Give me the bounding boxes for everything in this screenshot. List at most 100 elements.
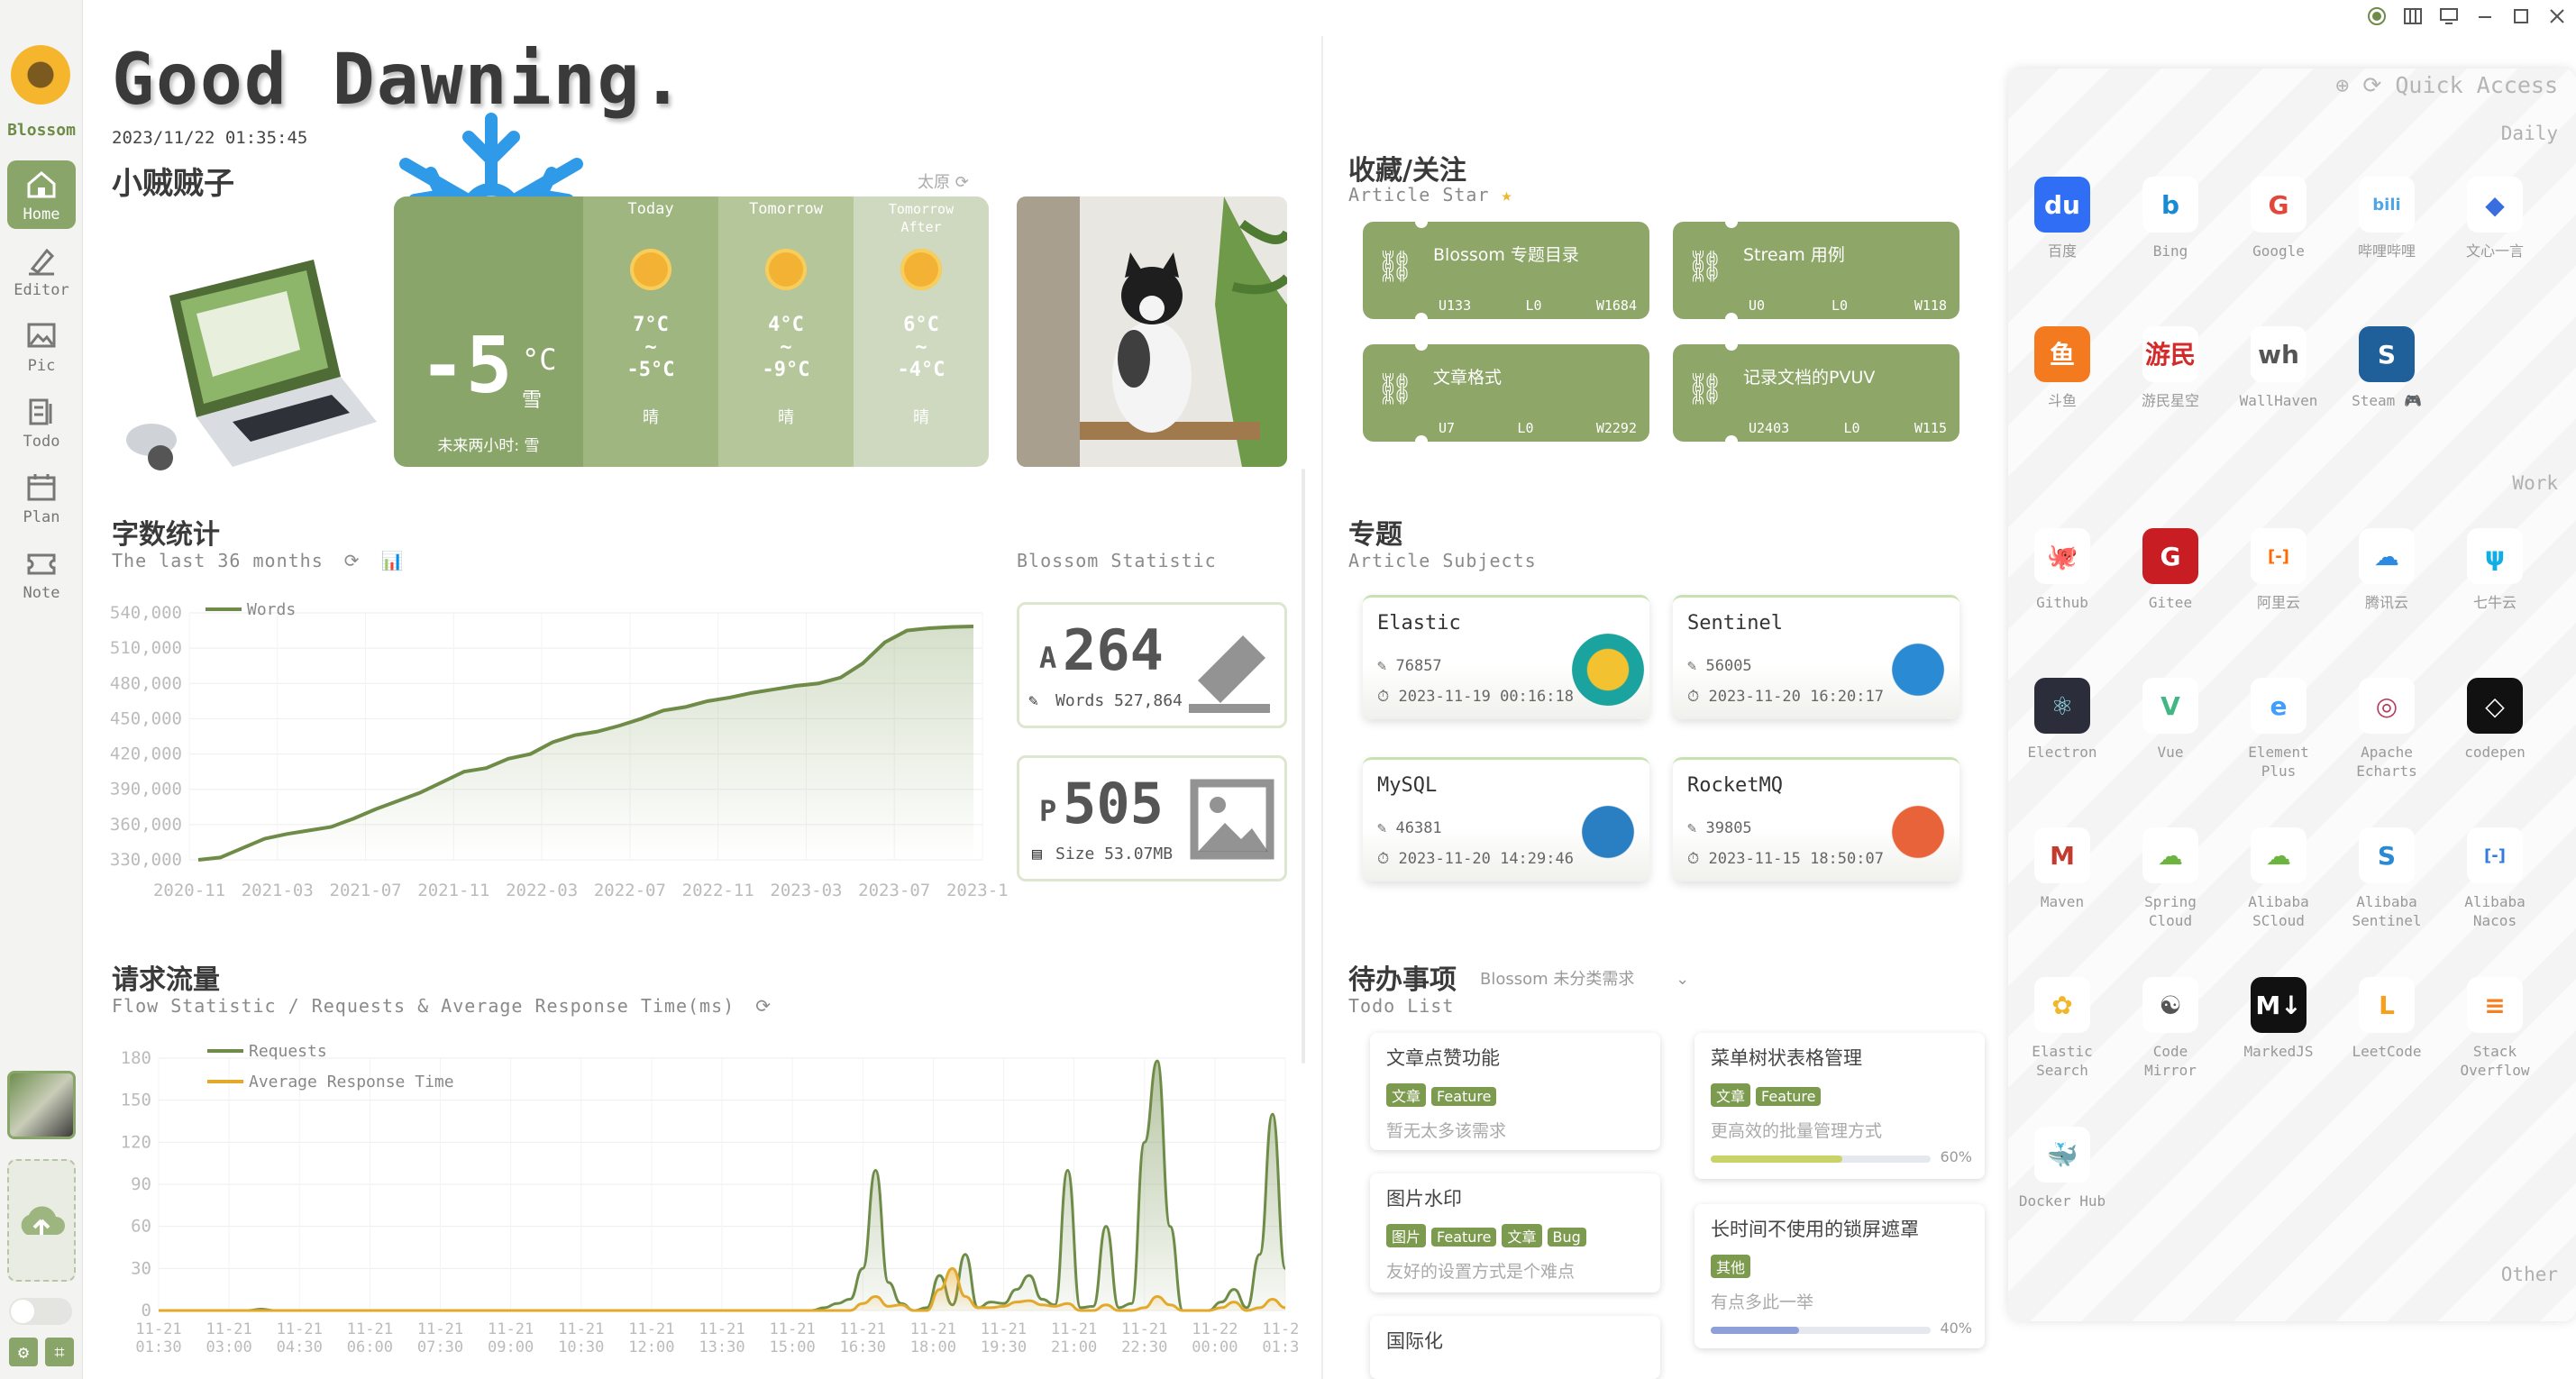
quick-access-item[interactable]: ✿ Elastic Search — [2017, 977, 2107, 1080]
todo-card[interactable]: 长时间不使用的锁屏遮罩 其他 有点多此一举 40% — [1694, 1204, 1985, 1348]
crop-icon[interactable]: ⌗ — [45, 1338, 74, 1366]
bookmark-card[interactable]: ⛓ 记录文档的PVUV U2403 L0 W115 — [1673, 338, 1959, 448]
progress-label: 40% — [1940, 1320, 1972, 1337]
subject-card[interactable]: Sentinel ✎ 56005 ⏱ 2023-11-20 16:20:17 — [1673, 595, 1959, 719]
quick-access-item[interactable]: S Alibaba Sentinel — [2342, 827, 2432, 930]
app-icon: V — [2142, 678, 2198, 734]
x-tick-label: 11-21 21:00 — [1051, 1320, 1097, 1356]
todo-card[interactable]: 文章点赞功能 文章 Feature 暂无太多该需求 — [1370, 1033, 1660, 1150]
refresh-icon[interactable]: ⟳ — [344, 550, 361, 571]
bookmark-card[interactable]: ⛓ Stream 用例 U0 L0 W118 — [1673, 215, 1959, 325]
nav-pic[interactable]: Pic — [7, 312, 76, 380]
day-low: -9°C — [762, 359, 810, 381]
quick-access-item[interactable]: [-] Alibaba Nacos — [2450, 827, 2540, 930]
close-icon[interactable] — [2542, 5, 2572, 36]
quick-access-item[interactable]: M Maven — [2017, 827, 2107, 911]
scrollbar[interactable] — [1302, 469, 1305, 1064]
subject-card[interactable]: MySQL ✎ 46381 ⏱ 2023-11-20 14:29:46 — [1363, 757, 1649, 881]
quick-access-item[interactable]: G Google — [2233, 177, 2324, 260]
calendar-icon — [27, 474, 56, 501]
bookmark-card[interactable]: ⛓ 文章格式 U7 L0 W2292 — [1363, 338, 1649, 448]
upload-button[interactable] — [7, 1159, 76, 1282]
settings-icon[interactable]: ⚙ — [9, 1338, 38, 1366]
quick-access-item[interactable]: [-] 阿里云 — [2233, 528, 2324, 612]
avatar[interactable] — [7, 1071, 76, 1139]
nav-plan[interactable]: Plan — [7, 463, 76, 532]
legend-label: Average Response Time — [249, 1073, 454, 1091]
quick-access-item[interactable]: ☁ Spring Cloud — [2125, 827, 2215, 930]
nav-note[interactable]: Note — [7, 539, 76, 607]
minimize-icon[interactable] — [2470, 5, 2500, 36]
record-icon[interactable] — [2361, 5, 2392, 36]
app-icon: ☁ — [2142, 827, 2198, 883]
quick-access-item[interactable]: bili 哔哩哔哩 — [2342, 177, 2432, 260]
quick-access-item[interactable]: wh WallHaven — [2233, 326, 2324, 410]
subject-icon — [1882, 634, 1954, 706]
quick-access-item[interactable]: ◇ codepen — [2450, 678, 2540, 762]
todo-card[interactable]: 国际化 — [1370, 1316, 1660, 1379]
words-count: Words 527,864 — [1055, 691, 1183, 710]
quick-access-item[interactable]: M↓ MarkedJS — [2233, 977, 2324, 1061]
todo-card[interactable]: 菜单树状表格管理 文章 Feature 更高效的批量管理方式 60% — [1694, 1033, 1985, 1179]
quick-access-item[interactable]: ◆ 文心一言 — [2450, 177, 2540, 260]
theme-toggle[interactable] — [9, 1298, 72, 1325]
quick-access-item[interactable]: ⚛ Electron — [2017, 678, 2107, 762]
nav-label: Editor — [14, 281, 69, 299]
quick-access-item[interactable]: b Bing — [2125, 177, 2215, 260]
weather-unit: °C — [522, 342, 557, 377]
chart-icon[interactable]: 📊 — [381, 550, 405, 571]
subject-card[interactable]: RocketMQ ✎ 39805 ⏱ 2023-11-15 18:50:07 — [1673, 757, 1959, 881]
todo-card[interactable]: 图片水印 图片 Feature 文章 Bug 友好的设置方式是个难点 — [1370, 1174, 1660, 1292]
quick-access-item[interactable]: S Steam 🎮 — [2342, 326, 2432, 410]
quick-access-item[interactable]: G Gitee — [2125, 528, 2215, 612]
quick-access-item[interactable]: ☁ 腾讯云 — [2342, 528, 2432, 612]
subject-card[interactable]: Elastic ✎ 76857 ⏱ 2023-11-19 00:16:18 — [1363, 595, 1649, 719]
day-label: Tomorrow — [749, 200, 823, 218]
nav-label: Pic — [27, 357, 56, 375]
app-icon: 🐳 — [2034, 1127, 2090, 1183]
add-icon[interactable]: ⊕ — [2335, 72, 2349, 98]
ticket-notch — [1725, 338, 1738, 351]
quick-access-item[interactable]: 鱼斗鱼 — [2017, 326, 2107, 410]
todo-tag: 文章 — [1502, 1224, 1542, 1247]
quick-access-item[interactable]: du 百度 — [2017, 177, 2107, 260]
quick-access-item[interactable]: e Element Plus — [2233, 678, 2324, 781]
subject-name: Elastic — [1377, 612, 1461, 635]
quick-access-item[interactable]: V Vue — [2125, 678, 2215, 762]
quick-access-item[interactable]: ☯ Code Mirror — [2125, 977, 2215, 1080]
app-icon: du — [2034, 177, 2090, 233]
nav-editor[interactable]: Editor — [7, 236, 76, 305]
todo-filter[interactable]: Blossom 未分类需求 ⌄ — [1480, 966, 1689, 990]
quick-access-item[interactable]: L LeetCode — [2342, 977, 2432, 1061]
app-name: Github — [2036, 594, 2088, 611]
quick-access-item[interactable]: ☁ Alibaba SCloud — [2233, 827, 2324, 930]
x-tick-label: 11-21 12:00 — [628, 1320, 674, 1356]
day-desc: 晴 — [643, 408, 659, 427]
legend-label: Requests — [249, 1042, 327, 1061]
words-title: 字数统计 — [112, 519, 220, 551]
day-label: Today — [627, 200, 674, 218]
cat-photo[interactable] — [1017, 196, 1287, 467]
refresh-icon[interactable]: ⟳ — [955, 173, 969, 192]
quick-access-item[interactable]: ◎ Apache Echarts — [2342, 678, 2432, 781]
quick-access-item[interactable]: 🐳 Docker Hub — [2017, 1127, 2107, 1210]
quick-access-item[interactable]: 游民 游民星空 — [2125, 326, 2215, 410]
subject-name: Sentinel — [1687, 612, 1783, 635]
quick-access-item[interactable]: ψ 七牛云 — [2450, 528, 2540, 612]
subject-count: 76857 — [1395, 657, 1442, 675]
monitor-icon[interactable] — [2434, 5, 2464, 36]
maximize-icon[interactable] — [2506, 5, 2536, 36]
refresh-icon[interactable]: ⟳ — [2362, 72, 2381, 98]
todo-tag: 文章 — [1386, 1083, 1427, 1107]
weather-city[interactable]: 太原 ⟳ — [918, 169, 969, 193]
todo-tag: 文章 — [1711, 1083, 1751, 1107]
refresh-icon[interactable]: ⟳ — [755, 995, 772, 1017]
quick-access-item[interactable]: ≡ Stack Overflow — [2450, 977, 2540, 1080]
quick-access-item[interactable]: 🐙 Github — [2017, 528, 2107, 612]
nav-home[interactable]: Home — [7, 160, 76, 229]
weather-day: Tomorrow After 6°C ~ -4°C 晴 — [854, 196, 989, 467]
bookmark-card[interactable]: ⛓ Blossom 专题目录 U133 L0 W1684 — [1363, 215, 1649, 325]
nav-todo[interactable]: Todo — [7, 388, 76, 456]
split-icon[interactable] — [2398, 5, 2428, 36]
x-tick-label: 11-21 13:30 — [699, 1320, 744, 1356]
